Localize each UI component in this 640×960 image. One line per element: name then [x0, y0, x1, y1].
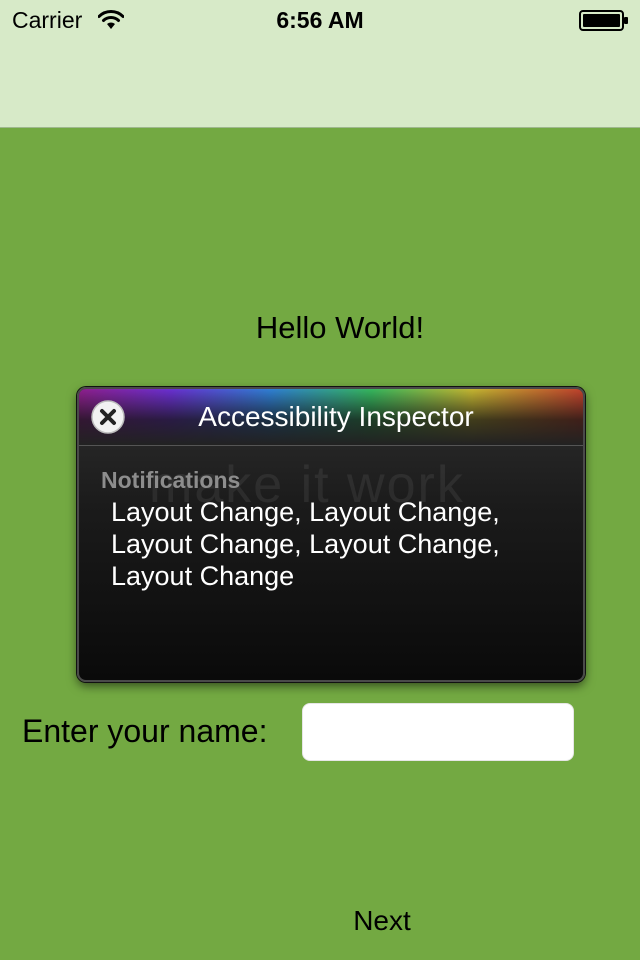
- inspector-title: Accessibility Inspector: [198, 401, 474, 432]
- clock: 6:56 AM: [276, 7, 364, 33]
- next-button[interactable]: Next: [332, 900, 432, 942]
- battery-icon: [579, 10, 628, 31]
- status-bar: Carrier 6:56 AM: [0, 0, 640, 40]
- notifications-heading: Notifications: [101, 467, 241, 493]
- name-label: Enter your name:: [22, 713, 268, 749]
- accessibility-inspector-panel[interactable]: Accessibility Inspector make it work Not…: [77, 387, 585, 682]
- greeting-label: Hello World!: [255, 310, 425, 345]
- inspector-header[interactable]: Accessibility Inspector: [79, 389, 583, 446]
- notifications-text: Layout Change, Layout Change, Layout Cha…: [111, 497, 500, 591]
- name-input[interactable]: [302, 703, 574, 761]
